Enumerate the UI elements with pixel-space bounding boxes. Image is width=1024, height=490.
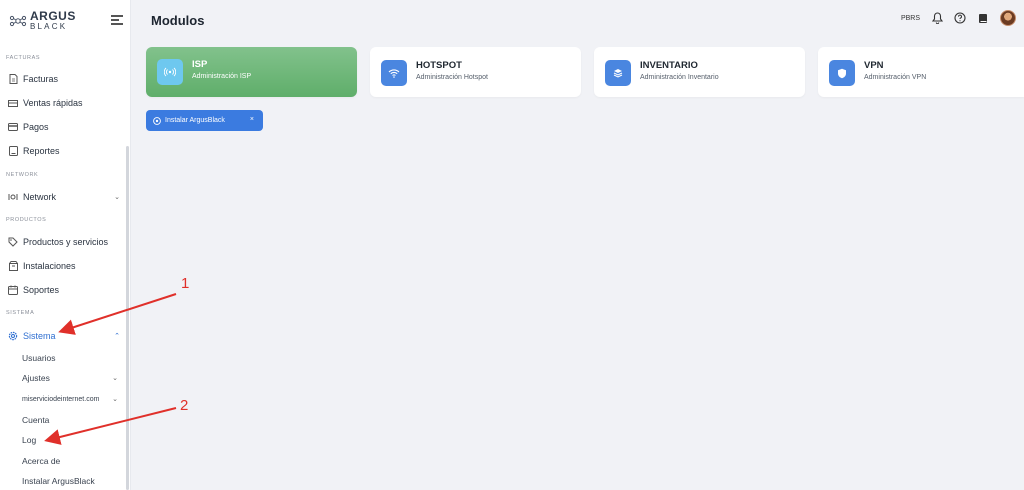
close-icon[interactable]: × (250, 116, 254, 123)
menu-toggle-icon[interactable] (111, 15, 123, 25)
annotation-number-1: 1 (181, 275, 190, 292)
sidebar-subitem-ajustes[interactable]: Ajustes ⌄ (22, 371, 122, 385)
layers-icon (605, 60, 631, 86)
module-card-isp[interactable]: ISP Administración ISP (146, 47, 357, 97)
sidebar-subitem-cuenta[interactable]: Cuenta (22, 413, 122, 427)
module-subtitle: Administración Hotspot (416, 74, 488, 81)
module-subtitle: Administración Inventario (640, 74, 719, 81)
report-icon (8, 146, 18, 156)
box-icon (8, 261, 18, 271)
chevron-down-icon: ⌄ (112, 396, 118, 403)
network-icon (8, 192, 18, 202)
bell-icon[interactable] (931, 12, 943, 24)
sidebar-item-label: Ventas rápidas (23, 98, 83, 108)
brand-name: ARGUS (30, 9, 76, 23)
help-icon[interactable] (954, 12, 966, 24)
sidebar-subitem-instalar[interactable]: Instalar ArgusBlack (22, 474, 122, 488)
sidebar-subitem-label: miserviciodeinternet.com (22, 395, 100, 403)
wifi-icon (381, 60, 407, 86)
module-title: VPN (864, 60, 884, 71)
sidebar-item-soportes[interactable]: Soportes (8, 282, 126, 298)
avatar[interactable] (1000, 10, 1016, 26)
book-icon[interactable] (977, 12, 989, 24)
antenna-icon (157, 59, 183, 85)
sidebar-item-label: Network (23, 192, 57, 202)
module-subtitle: Administración ISP (192, 73, 252, 80)
module-title: HOTSPOT (416, 60, 462, 71)
install-chip-label: Instalar ArgusBlack (165, 117, 225, 124)
module-card-hotspot[interactable]: HOTSPOT Administración Hotspot (370, 47, 581, 97)
sidebar-scrollbar[interactable] (126, 146, 129, 490)
module-title: INVENTARIO (640, 60, 698, 71)
sidebar-subitem-label: Ajustes (22, 373, 50, 383)
sidebar-subitem-log[interactable]: Log (22, 433, 122, 447)
brand-subname: BLACK (30, 22, 68, 31)
document-icon (8, 74, 18, 84)
chevron-down-icon: ⌄ (112, 375, 118, 382)
sidebar-item-label: Sistema (23, 331, 56, 341)
sidebar-subitem-dominio[interactable]: miserviciodeinternet.com ⌄ (22, 392, 122, 406)
sidebar-item-instalaciones[interactable]: Instalaciones (8, 258, 126, 274)
brand-logo[interactable]: ARGUS BLACK (0, 0, 131, 40)
section-network: NETWORK (6, 172, 39, 178)
module-title: ISP (192, 59, 208, 70)
sidebar-item-label: Facturas (23, 74, 59, 84)
sidebar-item-reportes[interactable]: Reportes (8, 143, 126, 159)
section-productos: PRODUCTOS (6, 217, 47, 223)
sidebar-item-sistema[interactable]: Sistema ⌃ (8, 328, 126, 344)
user-code[interactable]: PBRS (901, 15, 920, 22)
module-card-vpn[interactable]: VPN Administración VPN (818, 47, 1024, 97)
sidebar-item-productos[interactable]: Productos y servicios (8, 234, 126, 250)
chevron-down-icon: ⌄ (114, 194, 120, 201)
download-circle-icon (153, 116, 161, 125)
calendar-icon (8, 285, 18, 295)
sidebar-item-label: Productos y servicios (23, 237, 109, 247)
sidebar-item-label: Instalaciones (23, 261, 76, 271)
sidebar-item-label: Reportes (23, 146, 60, 156)
install-argusblack-chip[interactable]: Instalar ArgusBlack × (146, 110, 263, 131)
module-card-inventario[interactable]: INVENTARIO Administración Inventario (594, 47, 805, 97)
register-icon (8, 98, 18, 108)
section-facturas: FACTURAS (6, 55, 41, 61)
sidebar-subitem-acerca[interactable]: Acerca de (22, 454, 122, 468)
sidebar: ARGUS BLACK FACTURAS Facturas Ventas ráp… (0, 0, 131, 490)
section-sistema: SISTEMA (6, 310, 35, 316)
card-icon (8, 122, 18, 132)
sidebar-item-label: Pagos (23, 122, 49, 132)
module-subtitle: Administración VPN (864, 74, 927, 81)
sidebar-item-ventas[interactable]: Ventas rápidas (8, 95, 126, 111)
logo-icon (9, 15, 27, 27)
shield-icon (829, 60, 855, 86)
sidebar-item-label: Soportes (23, 285, 60, 295)
gear-icon (8, 331, 18, 341)
sidebar-subitem-usuarios[interactable]: Usuarios (22, 351, 122, 365)
annotation-number-2: 2 (180, 397, 189, 414)
sidebar-item-pagos[interactable]: Pagos (8, 119, 126, 135)
sidebar-item-network[interactable]: Network ⌄ (8, 189, 126, 205)
sidebar-item-facturas[interactable]: Facturas (8, 71, 126, 87)
tag-icon (8, 237, 18, 247)
chevron-up-icon: ⌃ (114, 333, 120, 340)
topbar-actions: PBRS (901, 10, 1016, 26)
page-title: Modulos (151, 13, 205, 28)
